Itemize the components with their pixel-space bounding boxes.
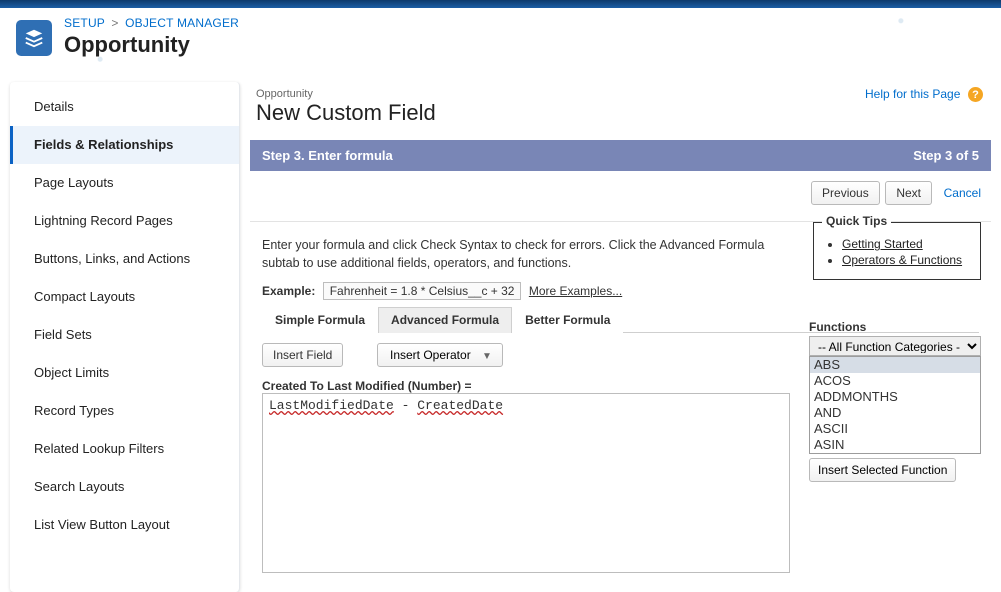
setup-icon [16,20,52,56]
sidebar-item-lightning-record-pages[interactable]: Lightning Record Pages [10,202,239,240]
sidebar-item-record-types[interactable]: Record Types [10,392,239,430]
previous-button[interactable]: Previous [811,181,880,205]
sidebar-item-buttons-links-actions[interactable]: Buttons, Links, and Actions [10,240,239,278]
sidebar-item-page-layouts[interactable]: Page Layouts [10,164,239,202]
sidebar-item-field-sets[interactable]: Field Sets [10,316,239,354]
sidebar-item-fields-relationships[interactable]: Fields & Relationships [10,126,239,164]
content-panel: Opportunity New Custom Field Help for th… [250,82,991,573]
step-bar: Step 3. Enter formula Step 3 of 5 [250,140,991,171]
breadcrumb-object-manager[interactable]: OBJECT MANAGER [125,16,239,30]
function-item-abs[interactable]: ABS [810,357,980,373]
formula-token-lastmodifieddate: LastModifiedDate [269,398,394,413]
function-item-acos[interactable]: ACOS [810,373,980,389]
app-top-bar [0,0,1001,8]
tab-simple-formula[interactable]: Simple Formula [262,307,378,333]
function-list[interactable]: ABS ACOS ADDMONTHS AND ASCII ASIN [809,356,981,454]
example-label: Example: [262,284,315,298]
sidebar-item-details[interactable]: Details [10,88,239,126]
example-row: Example: Fahrenheit = 1.8 * Celsius__c +… [262,282,979,300]
page-title: Opportunity [64,32,239,58]
sidebar: Details Fields & Relationships Page Layo… [10,82,240,592]
content-title: New Custom Field [250,100,991,136]
next-button[interactable]: Next [885,181,932,205]
help-icon[interactable]: ? [968,87,983,102]
formula-instructions: Enter your formula and click Check Synta… [262,236,782,272]
help-link[interactable]: Help for this Page [865,87,960,101]
function-item-and[interactable]: AND [810,405,980,421]
insert-operator-label: Insert Operator [390,348,471,362]
chevron-down-icon: ▼ [482,351,492,362]
sidebar-item-search-layouts[interactable]: Search Layouts [10,468,239,506]
sidebar-item-list-view-button-layout[interactable]: List View Button Layout [10,506,239,544]
function-item-ascii[interactable]: ASCII [810,421,980,437]
insert-selected-function-button[interactable]: Insert Selected Function [809,458,956,482]
quick-tip-operators-functions[interactable]: Operators & Functions [842,253,962,267]
help-row: Help for this Page ? [865,86,983,102]
quick-tips-legend: Quick Tips [822,214,891,228]
tab-advanced-formula[interactable]: Advanced Formula [378,307,512,333]
formula-textarea[interactable]: LastModifiedDate - CreatedDate [262,393,790,573]
breadcrumb-setup[interactable]: SETUP [64,16,105,30]
tab-better-formula[interactable]: Better Formula [512,307,623,333]
insert-operator-button[interactable]: Insert Operator ▼ [377,343,503,367]
breadcrumb: SETUP > OBJECT MANAGER [64,16,239,30]
function-category-select[interactable]: -- All Function Categories -- [809,336,981,356]
step-bar-progress: Step 3 of 5 [913,148,979,163]
insert-field-button[interactable]: Insert Field [262,343,343,367]
function-item-asin[interactable]: ASIN [810,437,980,453]
sidebar-item-object-limits[interactable]: Object Limits [10,354,239,392]
function-item-addmonths[interactable]: ADDMONTHS [810,389,980,405]
sidebar-item-compact-layouts[interactable]: Compact Layouts [10,278,239,316]
sidebar-item-related-lookup-filters[interactable]: Related Lookup Filters [10,430,239,468]
quick-tip-getting-started[interactable]: Getting Started [842,237,923,251]
functions-heading: Functions [809,320,981,334]
step-bar-title: Step 3. Enter formula [262,148,393,163]
page-header: SETUP > OBJECT MANAGER Opportunity [0,8,1001,72]
more-examples-link[interactable]: More Examples... [529,284,622,298]
formula-token-createddate: CreatedDate [417,398,503,413]
quick-tips-box: Quick Tips Getting Started Operators & F… [813,222,981,280]
formula-token-minus: - [394,398,417,413]
example-formula-box: Fahrenheit = 1.8 * Celsius__c + 32 [323,282,522,300]
breadcrumb-separator: > [111,16,118,30]
cancel-link[interactable]: Cancel [944,186,981,200]
